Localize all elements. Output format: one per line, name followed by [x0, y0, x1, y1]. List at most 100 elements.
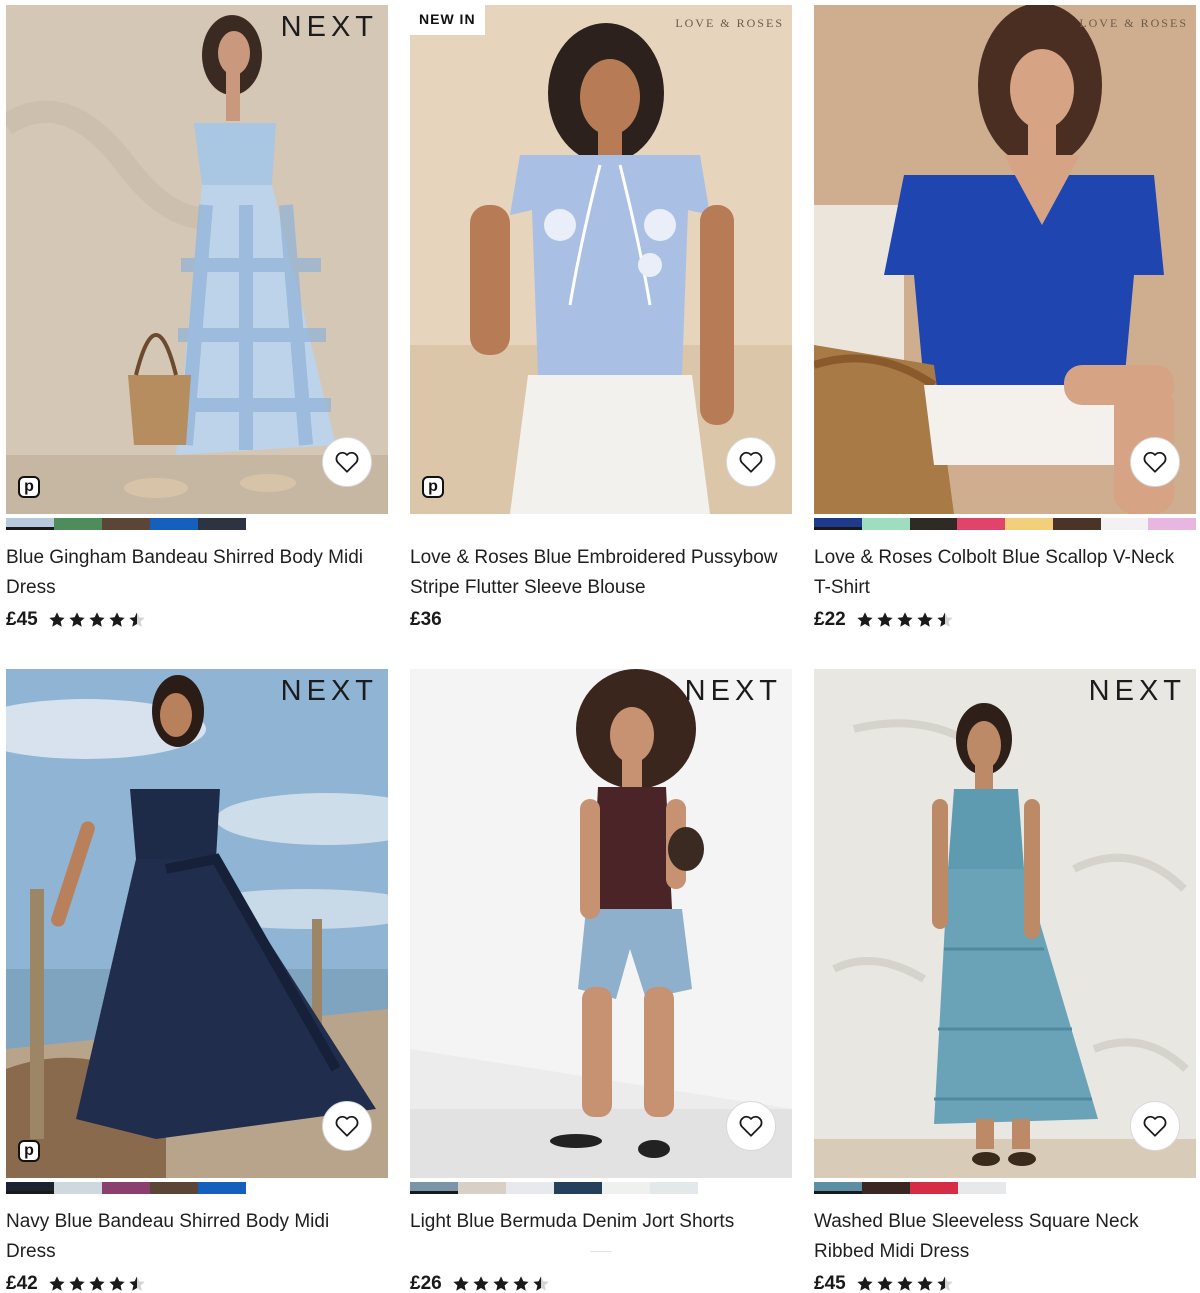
colour-swatch[interactable] [1148, 518, 1196, 530]
star-icon [917, 1276, 933, 1291]
colour-swatch[interactable] [554, 1182, 602, 1194]
product-title[interactable]: Blue Gingham Bandeau Shirred Body Midi D… [6, 543, 384, 603]
product-card[interactable]: NEXT p Blue Gingham Bandeau Shirred Body… [6, 5, 388, 631]
colour-swatch[interactable] [150, 518, 198, 530]
favourite-button[interactable] [322, 437, 372, 487]
favourite-button[interactable] [1130, 437, 1180, 487]
colour-swatches [410, 1182, 792, 1194]
star-icon [129, 612, 145, 627]
star-icon [109, 612, 125, 627]
star-icon [857, 612, 873, 627]
colour-swatch[interactable] [102, 518, 150, 530]
heart-icon [739, 1115, 763, 1137]
product-card[interactable]: NEW IN LOVE & ROSES p Love & Roses Blue … [410, 5, 792, 631]
product-card[interactable]: NEXT Washed Blue Sleeveless Square Neck … [814, 669, 1196, 1293]
colour-swatch[interactable] [458, 1182, 506, 1194]
product-photo [6, 5, 388, 514]
brand-logo: NEXT [280, 11, 378, 43]
star-rating [48, 1275, 146, 1293]
product-card[interactable]: LOVE & ROSES Love & Roses Colbolt Blue S… [814, 5, 1196, 631]
star-icon [937, 612, 953, 627]
colour-swatch[interactable] [1052, 518, 1101, 530]
star-icon [69, 1276, 85, 1291]
product-card[interactable]: NEXT p Navy Blue Bandeau Shirred Body Mi… [6, 669, 388, 1293]
brand-logo: LOVE & ROSES [1079, 16, 1188, 30]
colour-swatch[interactable] [814, 1182, 862, 1194]
colour-swatch[interactable] [957, 518, 1005, 530]
star-icon [917, 612, 933, 627]
colour-swatch[interactable] [814, 518, 862, 530]
colour-swatch[interactable] [1100, 518, 1149, 530]
product-image[interactable]: NEXT p [6, 669, 388, 1178]
colour-swatches [814, 518, 1196, 530]
star-icon [493, 1276, 509, 1291]
star-icon [89, 612, 105, 627]
brand-logo: NEXT [684, 675, 782, 707]
heart-icon [335, 1115, 359, 1137]
colour-swatches [410, 518, 792, 530]
heart-icon [335, 451, 359, 473]
product-title[interactable]: Navy Blue Bandeau Shirred Body Midi Dres… [6, 1207, 384, 1267]
star-icon [897, 612, 913, 627]
product-image[interactable]: NEXT [814, 669, 1196, 1178]
payment-option-icon: p [18, 1140, 40, 1162]
favourite-button[interactable] [1130, 1101, 1180, 1151]
colour-swatch[interactable] [650, 1182, 698, 1194]
star-icon [453, 1276, 469, 1291]
star-icon [109, 1276, 125, 1291]
heart-icon [1143, 1115, 1167, 1137]
product-title[interactable]: Love & Roses Colbolt Blue Scallop V-Neck… [814, 543, 1192, 603]
payment-option-icon: p [422, 476, 444, 498]
colour-swatch[interactable] [6, 518, 54, 530]
product-title[interactable]: Washed Blue Sleeveless Square Neck Ribbe… [814, 1207, 1192, 1267]
price-rating-row: £36 [410, 609, 792, 631]
colour-swatch[interactable] [861, 518, 910, 530]
star-icon [533, 1276, 549, 1291]
payment-option-icon: p [18, 476, 40, 498]
colour-swatch[interactable] [198, 1182, 246, 1194]
star-icon [857, 1276, 873, 1291]
colour-swatch[interactable] [6, 1182, 54, 1194]
price-rating-row: £45 [6, 609, 388, 631]
product-title[interactable]: Love & Roses Blue Embroidered Pussybow S… [410, 543, 788, 603]
colour-swatch[interactable] [54, 518, 102, 530]
colour-swatch[interactable] [958, 1182, 1006, 1194]
star-rating [452, 1275, 550, 1293]
product-image[interactable]: NEW IN LOVE & ROSES p [410, 5, 792, 514]
price-rating-row: £42 [6, 1273, 388, 1293]
colour-swatch[interactable] [910, 1182, 958, 1194]
product-image[interactable]: NEXT p [6, 5, 388, 514]
favourite-button[interactable] [726, 437, 776, 487]
colour-swatch[interactable] [909, 518, 958, 530]
star-icon [49, 612, 65, 627]
colour-swatch[interactable] [150, 1182, 198, 1194]
price-rating-row: £26 [410, 1273, 792, 1293]
star-rating [856, 611, 954, 629]
colour-swatch[interactable] [54, 1182, 102, 1194]
favourite-button[interactable] [726, 1101, 776, 1151]
product-card[interactable]: NEXT Light Blue Bermuda Denim Jort Short… [410, 669, 792, 1293]
product-image[interactable]: LOVE & ROSES [814, 5, 1196, 514]
colour-swatch[interactable] [102, 1182, 150, 1194]
product-photo [814, 669, 1196, 1178]
colour-swatch[interactable] [198, 518, 246, 530]
star-icon [877, 612, 893, 627]
colour-swatches [6, 1182, 388, 1194]
product-price: £36 [410, 609, 442, 630]
product-price: £45 [6, 609, 38, 630]
colour-swatch[interactable] [410, 1182, 458, 1194]
colour-swatch[interactable] [862, 1182, 910, 1194]
product-image[interactable]: NEXT [410, 669, 792, 1178]
product-title[interactable]: Light Blue Bermuda Denim Jort Shorts [410, 1207, 788, 1267]
star-icon [473, 1276, 489, 1291]
star-rating [856, 1275, 954, 1293]
price-rating-row: £45 [814, 1273, 1196, 1293]
product-price: £26 [410, 1273, 442, 1293]
favourite-button[interactable] [322, 1101, 372, 1151]
colour-swatches [6, 518, 388, 530]
colour-swatch[interactable] [602, 1182, 650, 1194]
colour-swatch[interactable] [506, 1182, 554, 1194]
product-price: £45 [814, 1273, 846, 1293]
colour-swatch[interactable] [1005, 518, 1053, 530]
new-in-badge: NEW IN [410, 5, 485, 35]
